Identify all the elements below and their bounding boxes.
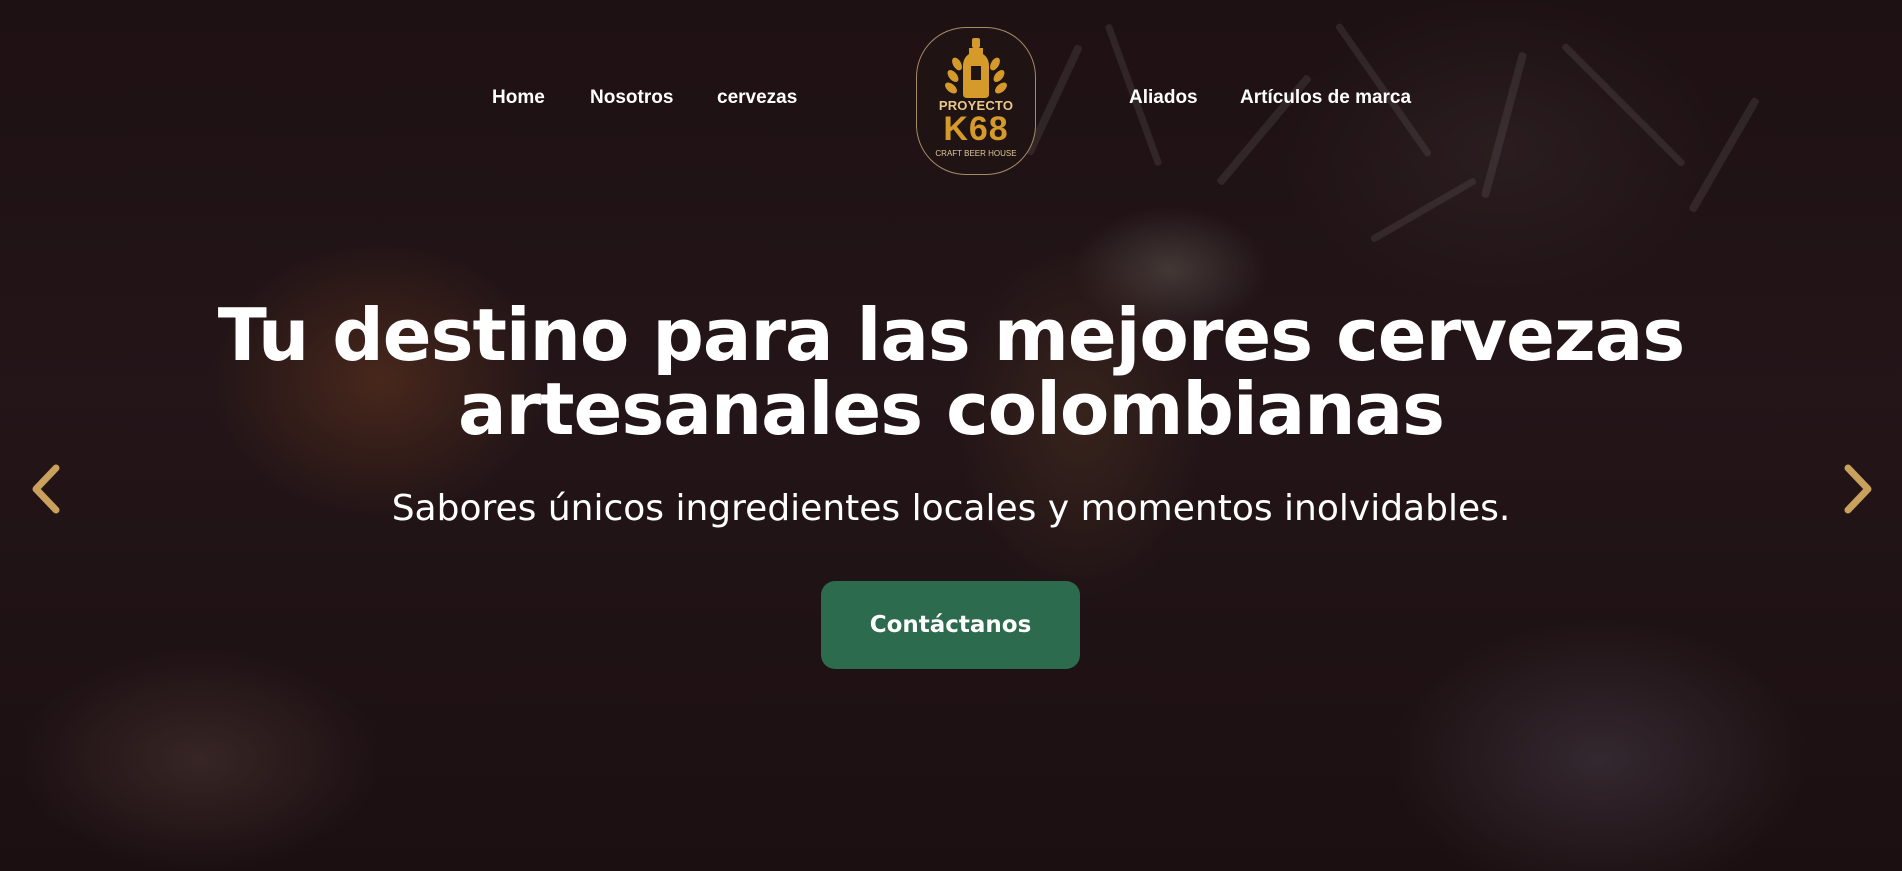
site-logo[interactable]: PROYECTO K68 CRAFT BEER HOUSE (916, 27, 1036, 175)
nav-link-aliados[interactable]: Aliados (1129, 87, 1198, 109)
nav-link-articulos-de-marca[interactable]: Artículos de marca (1240, 87, 1411, 109)
nav-link-cervezas[interactable]: cervezas (717, 87, 797, 109)
hero-subtitle: Sabores únicos ingredientes locales y mo… (391, 488, 1511, 529)
beer-bottle-wheat-icon (945, 38, 1007, 98)
logo-text-k68: K68 (943, 110, 1009, 148)
carousel-next-button[interactable] (1838, 462, 1878, 516)
main-navigation: Home Nosotros cervezas PROYECTO K68 CRAF… (0, 0, 1902, 200)
contact-button[interactable]: Contáctanos (821, 581, 1080, 669)
chevron-left-icon (32, 464, 60, 514)
nav-link-home[interactable]: Home (492, 87, 545, 109)
logo-text-tagline: CRAFT BEER HOUSE (935, 149, 1017, 158)
hero-title: Tu destino para las mejores cervezas art… (217, 293, 1686, 451)
chevron-right-icon (1844, 464, 1872, 514)
carousel-prev-button[interactable] (26, 462, 66, 516)
nav-link-nosotros[interactable]: Nosotros (590, 87, 673, 109)
